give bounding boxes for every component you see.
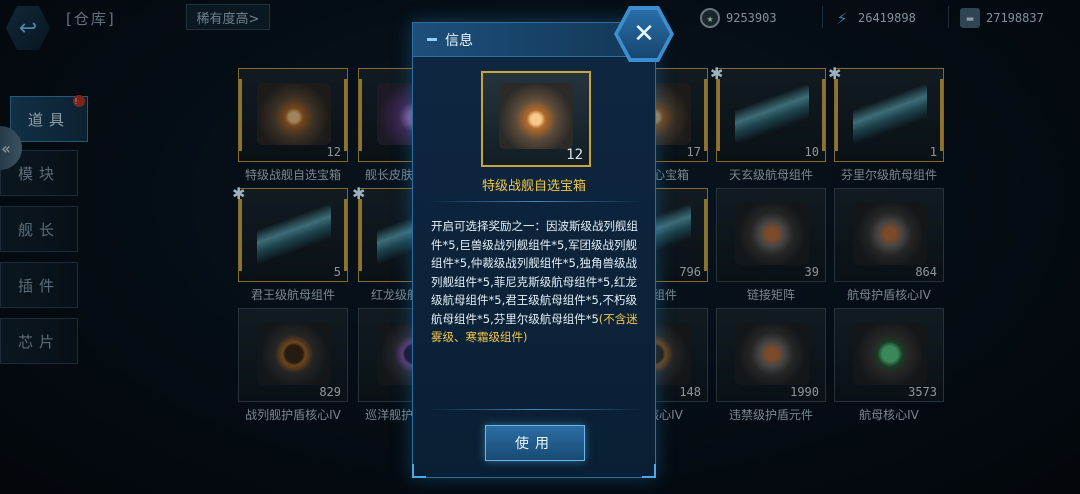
frame-corner [412, 464, 426, 478]
puzzle-piece-icon: ✱ [232, 184, 246, 203]
description-text: 开启可选择奖励之一：因波斯级战列舰组件*5,巨兽级战列舰组件*5,军团级战列舰组… [431, 219, 638, 326]
chest-icon [499, 83, 573, 149]
puzzle-piece-icon: ✱ [352, 184, 366, 203]
item-description: 开启可选择奖励之一：因波斯级战列舰组件*5,巨兽级战列舰组件*5,军团级战列舰组… [431, 217, 643, 347]
divider [427, 201, 643, 202]
info-modal: 信息 12 特级战舰自选宝箱 开启可选择奖励之一：因波斯级战列舰组件*5,巨兽级… [412, 22, 656, 478]
frame-corner [642, 464, 656, 478]
divider [427, 409, 643, 410]
item-name: 特级战舰自选宝箱 [481, 179, 586, 194]
item-preview: 12 [481, 71, 591, 167]
minus-icon [427, 38, 437, 41]
puzzle-piece-icon: ✱ [710, 64, 724, 83]
puzzle-piece-icon: ✱ [828, 64, 842, 83]
item-count: 12 [566, 147, 583, 163]
use-button[interactable]: 使用 [485, 425, 585, 461]
modal-title: 信息 [445, 32, 473, 49]
